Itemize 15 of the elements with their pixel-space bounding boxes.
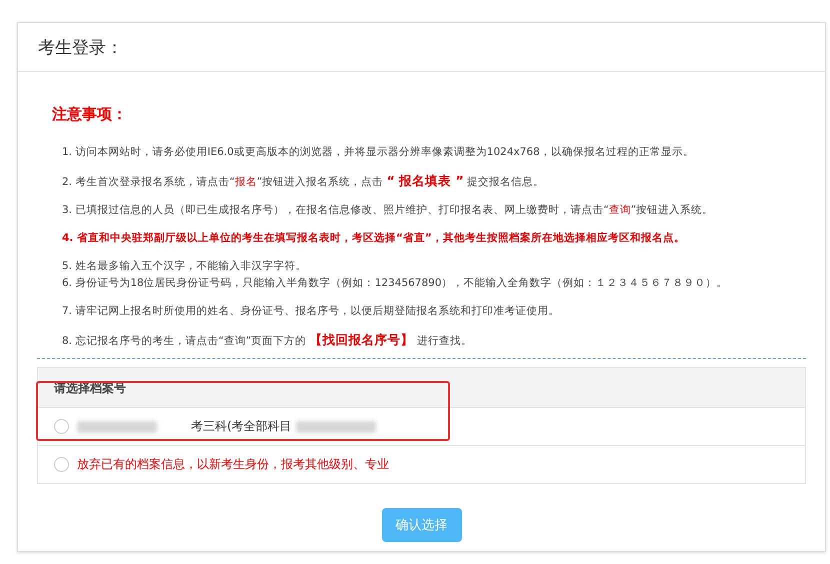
- option-label[interactable]: 考三科(考全部科目: [191, 418, 292, 435]
- confirm-button[interactable]: 确认选择: [382, 508, 462, 542]
- notice-item: 2. 考生首次登录报名系统，请点击“报名”按钮进入报名系统，点击 “ 报名填表 ” 提交报名信息。: [62, 173, 546, 190]
- notice-title: 注意事项：: [52, 105, 128, 124]
- notice-item: 8. 忘记报名序号的考生，请点击“查询”页面下方的 【找回报名序号】 进行查找。: [62, 332, 473, 349]
- panel-title: 考生登录：: [18, 23, 825, 72]
- radio-button[interactable]: [54, 419, 69, 434]
- notice-item: 4. 省直和中央驻郑副厅级以上单位的考生在填写报名表时，考区选择“省直”，其他考生按照档案所在地选择相应考区和报名点。: [62, 231, 686, 246]
- notice-item: 3. 已填报过信息的人员（即已生成报名序号），在报名信息修改、照片维护、打印报名表、网上缴费时，请点击“查询”按钮进入系统。: [62, 203, 714, 218]
- option-label[interactable]: 放弃已有的档案信息，以新考生身份，报考其他级别、专业: [77, 456, 389, 473]
- radio-button[interactable]: [54, 457, 69, 472]
- notice-item: 5. 姓名最多输入五个汉字，不能输入非汉字字符。: [62, 259, 308, 274]
- notice-item: 6. 身份证号为18位居民身份证号码，只能输入半角数字（例如：1234567890），不能输入全角数字（例如：１２３４５６７８９０）。: [62, 276, 729, 291]
- notice-item: 1. 访问本网站时，请务必使用IE6.0或更高版本的浏览器，并将显示器分辨率像素调整为1024x768，以确保报名过程的正常显示。: [62, 145, 695, 160]
- notice-item: 7. 请牢记网上报名时所使用的姓名、身份证号、报名序号，以便后期登陆报名系统和打印准考证使用。: [62, 304, 560, 319]
